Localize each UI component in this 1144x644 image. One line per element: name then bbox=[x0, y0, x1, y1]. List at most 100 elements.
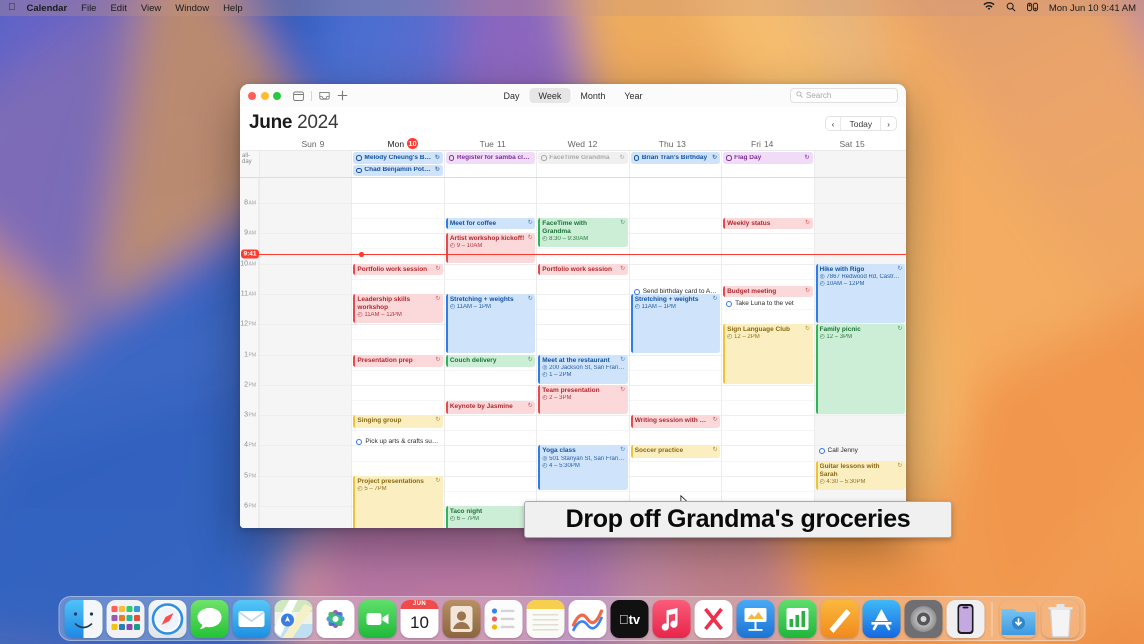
calendar-event[interactable]: Meet at the restaurant ◎ 200 Jackson St, … bbox=[538, 354, 628, 384]
minimize-button[interactable] bbox=[260, 91, 269, 100]
next-week-button[interactable]: › bbox=[881, 117, 896, 130]
reminder-item[interactable]: Call Jenny bbox=[816, 445, 905, 456]
menu-item-help[interactable]: Help bbox=[223, 3, 243, 14]
control-center-icon[interactable] bbox=[1026, 2, 1038, 15]
today-button[interactable]: Today bbox=[841, 117, 880, 130]
inbox-icon[interactable] bbox=[319, 90, 330, 101]
dock-icon-settings[interactable] bbox=[904, 599, 943, 638]
day-column-tue[interactable]: Meet for coffee ↻ Artist workshop kickoff!… bbox=[443, 178, 537, 528]
dock-icon-numbers[interactable] bbox=[778, 599, 817, 638]
tab-year[interactable]: Year bbox=[615, 88, 651, 103]
zoom-button[interactable] bbox=[273, 91, 281, 100]
calendar-event[interactable]: Presentation prep ↻ bbox=[353, 354, 443, 368]
all-day-column-2[interactable]: Register for samba class bbox=[443, 151, 536, 177]
day-column-mon[interactable]: Portfolio work session ↻ Leadership skills… bbox=[351, 178, 444, 528]
calendar-event[interactable]: Leadership skills workshop ◴ 11AM – 12PM ↻ bbox=[353, 293, 443, 324]
dock-icon-reminders[interactable] bbox=[484, 599, 523, 638]
reminder-item[interactable]: Take Luna to the vet bbox=[723, 298, 812, 309]
dock-icon-facetime[interactable] bbox=[358, 599, 397, 638]
dock-icon-launchpad[interactable] bbox=[106, 599, 145, 638]
all-day-column-5[interactable]: Flag Day ↻ bbox=[721, 151, 813, 177]
calendar-event[interactable]: Keynote by Jasmine ↻ bbox=[445, 401, 536, 415]
day-column-sun[interactable] bbox=[259, 178, 352, 528]
all-day-column-1[interactable]: Melody Cheung's Birt… ↻ Chad Benjamin Pott… bbox=[351, 151, 443, 177]
tab-week[interactable]: Week bbox=[529, 88, 571, 103]
tab-day[interactable]: Day bbox=[494, 88, 528, 103]
dock-icon-freeform[interactable] bbox=[568, 599, 607, 638]
reminder-item[interactable]: Send birthday card to A… bbox=[631, 286, 720, 297]
tab-month[interactable]: Month bbox=[571, 88, 614, 103]
reminder-item[interactable]: Pick up arts & crafts sup… bbox=[353, 436, 442, 447]
menu-item-edit[interactable]: Edit bbox=[110, 3, 126, 14]
menu-item-calendar[interactable]: Calendar bbox=[27, 3, 68, 14]
all-day-column-0[interactable] bbox=[259, 151, 352, 177]
calendar-event[interactable]: Family picnic ◴ 12 – 3PM ↻ bbox=[815, 324, 905, 415]
dock-icon-iphonemirror[interactable] bbox=[946, 599, 985, 638]
dock-icon-mail[interactable] bbox=[232, 599, 271, 638]
calendar-event[interactable]: Taco night ◴ 6 – 7PM bbox=[445, 506, 536, 528]
reminder-checkbox-icon[interactable] bbox=[818, 447, 825, 454]
reminder-checkbox-icon[interactable] bbox=[633, 288, 640, 295]
dock-icon-photos[interactable] bbox=[316, 599, 355, 638]
all-day-event[interactable]: Chad Benjamin Potter… ↻ bbox=[353, 164, 443, 176]
calendar-grid-scroll[interactable]: 8AM 9AM 10AM 11AM 12PM 1PM 2PM 3PM 4PM 5PM 6PM 9:41… bbox=[240, 178, 906, 528]
prev-week-button[interactable]: ‹ bbox=[826, 117, 841, 130]
dock-icon-calendar[interactable]: JUN 10 bbox=[400, 599, 439, 638]
day-header-wed[interactable]: Wed 12 bbox=[538, 139, 628, 150]
dock-icon-messages[interactable] bbox=[190, 599, 229, 638]
add-event-icon[interactable] bbox=[337, 90, 348, 101]
wifi-icon[interactable] bbox=[983, 1, 995, 14]
calendar-event[interactable]: Portfolio work session ↻ bbox=[538, 263, 628, 276]
all-day-event[interactable]: Flag Day ↻ bbox=[723, 152, 813, 164]
dock-icon-contacts[interactable] bbox=[442, 599, 481, 638]
calendar-event[interactable]: Team presentation ◴ 2 – 3PM ↻ bbox=[538, 384, 628, 415]
calendar-event[interactable]: Portfolio work session ↻ bbox=[353, 263, 443, 276]
dock-icon-appstore[interactable] bbox=[862, 599, 901, 638]
calendar-event[interactable]: Weekly status ↻ bbox=[723, 218, 813, 230]
reminder-checkbox-icon[interactable] bbox=[726, 300, 733, 307]
dock-icon-maps[interactable] bbox=[274, 599, 313, 638]
menu-item-window[interactable]: Window bbox=[175, 3, 209, 14]
calendar-event[interactable]: Soccer practice ↻ bbox=[630, 445, 721, 459]
calendar-event[interactable]: Singing group ↻ bbox=[353, 415, 443, 428]
dock-icon-news[interactable] bbox=[694, 599, 733, 638]
calendar-event[interactable]: Guitar lessons with Sarah ◴ 4:30 – 5:30PM… bbox=[815, 460, 905, 490]
calendar-event[interactable]: Stretching + weights ◴ 11AM – 1PM ↻ bbox=[445, 293, 536, 354]
dock-icon-appletv[interactable]: tv bbox=[610, 599, 649, 638]
menu-item-view[interactable]: View bbox=[141, 3, 161, 14]
search-field[interactable]: Search bbox=[790, 88, 898, 103]
day-header-fri[interactable]: Fri 14 bbox=[717, 139, 807, 150]
day-column-thu[interactable]: Stretching + weights ◴ 11AM – 1PM ↻ Writing… bbox=[628, 178, 722, 528]
menu-bar-clock[interactable]: Mon Jun 10 9:41 AM bbox=[1049, 3, 1136, 14]
calendar-event[interactable]: Sign Language Club ◴ 12 – 2PM ↻ bbox=[723, 324, 813, 384]
day-column-wed[interactable]: FaceTime with Grandma ◴ 8:30 – 9:30AM ↻ Por… bbox=[536, 178, 629, 528]
calendar-event[interactable]: Writing session with Or… ↻ bbox=[630, 415, 721, 428]
all-day-column-3[interactable]: FaceTime Grandma ↻ bbox=[536, 151, 628, 177]
dock-icon-trash[interactable] bbox=[1042, 600, 1080, 638]
calendar-event[interactable]: Project presentations ◴ 5 – 7PM ↻ bbox=[353, 475, 443, 528]
day-header-sat[interactable]: Sat 15 bbox=[807, 139, 897, 150]
dock-icon-music[interactable] bbox=[652, 599, 691, 638]
all-day-event[interactable]: Register for samba class bbox=[445, 152, 536, 164]
menu-item-file[interactable]: File bbox=[81, 3, 96, 14]
calendar-event[interactable]: Stretching + weights ◴ 11AM – 1PM ↻ bbox=[630, 293, 721, 354]
day-header-mon[interactable]: Mon 10 bbox=[358, 138, 448, 150]
close-button[interactable] bbox=[248, 91, 256, 100]
calendar-event[interactable]: Yoga class ◎ 501 Stanyan St, San Fran… ◴ 4… bbox=[538, 445, 628, 490]
search-icon[interactable] bbox=[1006, 2, 1016, 15]
dock-icon-notes[interactable] bbox=[526, 599, 565, 638]
all-day-event[interactable]: Melody Cheung's Birt… ↻ bbox=[353, 152, 443, 164]
dock-icon-pages[interactable] bbox=[820, 599, 859, 638]
day-column-sat[interactable]: Hike with Rigo ◎ 7867 Redwood Rd, Castr… ◴… bbox=[813, 178, 906, 528]
day-header-sun[interactable]: Sun 9 bbox=[268, 139, 358, 150]
dock-icon-finder[interactable] bbox=[64, 599, 103, 638]
all-day-column-4[interactable]: Brian Tran's Birthday ↻ bbox=[628, 151, 721, 177]
calendar-event[interactable]: Artist workshop kickoff! ◴ 9 – 10AM ↻ bbox=[445, 233, 536, 263]
day-header-tue[interactable]: Tue 11 bbox=[448, 139, 538, 150]
reminder-checkbox-icon[interactable] bbox=[356, 438, 363, 445]
dock-icon-safari[interactable] bbox=[148, 599, 187, 638]
apple-logo-icon[interactable]:  bbox=[8, 3, 16, 13]
dock-icon-keynote[interactable] bbox=[736, 599, 775, 638]
all-day-event[interactable]: Brian Tran's Birthday ↻ bbox=[630, 152, 721, 164]
day-column-fri[interactable]: Weekly status ↻ Budget meeting ↻ Sign Langua… bbox=[721, 178, 814, 528]
